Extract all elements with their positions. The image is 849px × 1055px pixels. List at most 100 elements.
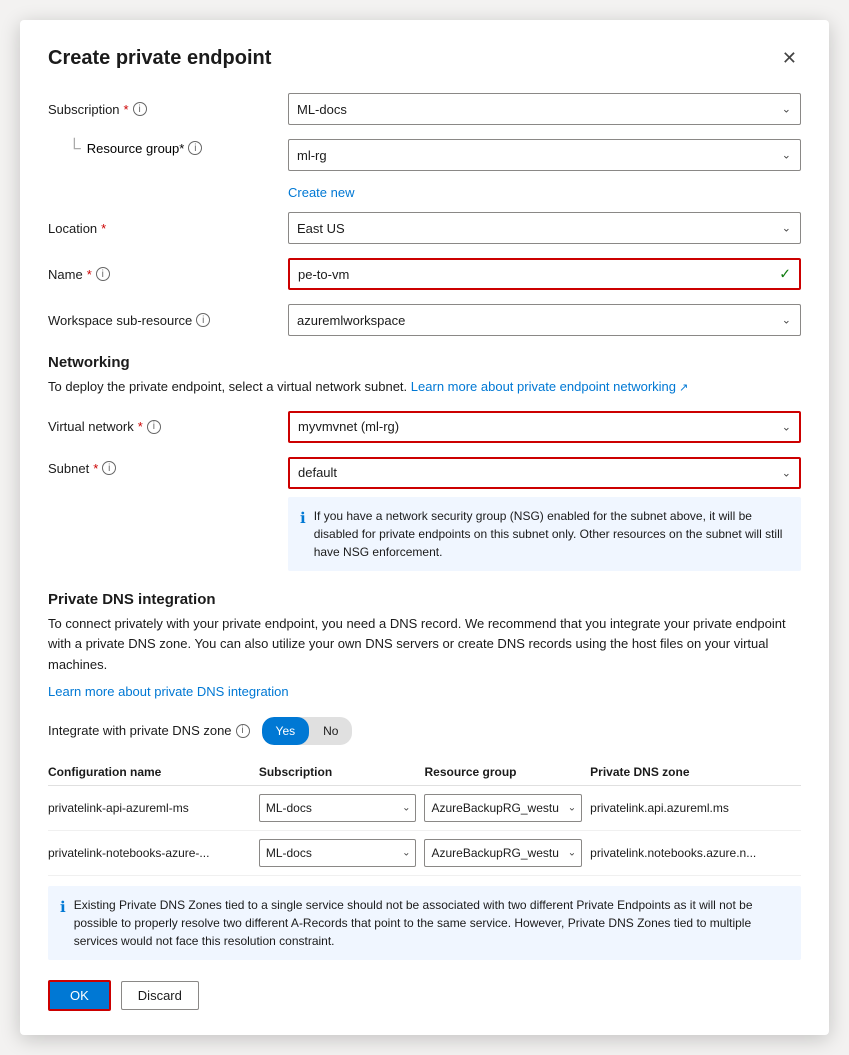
name-label: Name * i	[48, 267, 288, 282]
warning-info-icon: ℹ	[60, 897, 66, 950]
footer-buttons: OK Discard	[48, 980, 801, 1011]
warning-text: Existing Private DNS Zones tied to a sin…	[74, 896, 789, 950]
virtual-network-required: *	[138, 419, 143, 434]
nsg-info-icon: ℹ	[300, 508, 306, 561]
subnet-control: default ⌄ ℹ If you have a network securi…	[288, 457, 801, 571]
subscription-label-text: Subscription	[48, 102, 120, 117]
table-row: privatelink-api-azureml-ms ML-docs ⌄ Azu…	[48, 785, 801, 830]
subnet-row: Subnet * i default ⌄ ℹ If you have a net…	[48, 457, 801, 571]
name-label-text: Name	[48, 267, 83, 282]
dns-table-header: Configuration name Subscription Resource…	[48, 759, 801, 786]
col-subscription: Subscription	[259, 759, 425, 786]
virtual-network-select-wrapper: myvmvnet (ml-rg) ⌄	[288, 411, 801, 443]
resource-group-select-row2[interactable]: AzureBackupRG_westus_1	[424, 839, 582, 867]
resource-group-control: ml-rg ⌄	[288, 139, 801, 171]
resource-group-label-text: Resource group	[87, 141, 180, 156]
create-new-link[interactable]: Create new	[288, 185, 801, 200]
subnet-select[interactable]: default	[288, 457, 801, 489]
close-button[interactable]: ✕	[778, 44, 801, 73]
location-required: *	[101, 221, 106, 236]
name-input-wrap: ✓	[288, 258, 801, 290]
location-control: East US ⌄	[288, 212, 801, 244]
create-private-endpoint-dialog: Create private endpoint ✕ Subscription *…	[20, 20, 829, 1035]
subscription-select-wrapper: ML-docs ⌄	[288, 93, 801, 125]
private-dns-learn-more-link[interactable]: Learn more about private DNS integration	[48, 684, 289, 699]
resource-group-required: *	[179, 141, 184, 156]
dns-zone-cell-2: privatelink.notebooks.azure.n...	[590, 830, 801, 875]
subscription-label: Subscription * i	[48, 102, 288, 117]
workspace-subresource-control: azuremlworkspace ⌄	[288, 304, 801, 336]
col-resource-group: Resource group	[424, 759, 590, 786]
nsg-info-text: If you have a network security group (NS…	[314, 507, 789, 561]
table-row: privatelink-notebooks-azure-... ML-docs …	[48, 830, 801, 875]
integrate-dns-label-text: Integrate with private DNS zone	[48, 723, 232, 738]
resource-group-cell-2: AzureBackupRG_westus_1 ⌄	[424, 830, 590, 875]
subscription-control: ML-docs ⌄	[288, 93, 801, 125]
subscription-cell-2: ML-docs ⌄	[259, 830, 425, 875]
subscription-select-wrap-1: ML-docs ⌄	[259, 794, 417, 822]
private-dns-section-title: Private DNS integration	[48, 591, 801, 608]
col-dns-zone: Private DNS zone	[590, 759, 801, 786]
dns-table-header-row: Configuration name Subscription Resource…	[48, 759, 801, 786]
toggle-no-option[interactable]: No	[309, 717, 352, 745]
resource-group-select-wrap-1: AzureBackupRG_westus_1 ⌄	[424, 794, 582, 822]
subnet-info-icon[interactable]: i	[102, 461, 116, 475]
resource-group-select[interactable]: ml-rg	[288, 139, 801, 171]
name-row: Name * i ✓	[48, 258, 801, 290]
private-dns-link-row: Learn more about private DNS integration	[48, 682, 801, 703]
location-label: Location *	[48, 221, 288, 236]
name-control: ✓	[288, 258, 801, 290]
resource-group-connector: └	[68, 139, 81, 157]
resource-group-row: └ Resource group * i ml-rg ⌄	[48, 139, 801, 171]
nsg-info-box: ℹ If you have a network security group (…	[288, 497, 801, 571]
networking-desc-text: To deploy the private endpoint, select a…	[48, 379, 407, 394]
virtual-network-info-icon[interactable]: i	[147, 420, 161, 434]
subnet-label-text: Subnet	[48, 461, 89, 476]
subscription-required: *	[124, 102, 129, 117]
location-select-wrapper: East US ⌄	[288, 212, 801, 244]
resource-group-cell-1: AzureBackupRG_westus_1 ⌄	[424, 785, 590, 830]
workspace-subresource-row: Workspace sub-resource i azuremlworkspac…	[48, 304, 801, 336]
location-select[interactable]: East US	[288, 212, 801, 244]
virtual-network-select[interactable]: myvmvnet (ml-rg)	[288, 411, 801, 443]
dialog-header: Create private endpoint ✕	[48, 44, 801, 73]
name-check-icon: ✓	[779, 266, 791, 283]
workspace-subresource-label: Workspace sub-resource i	[48, 313, 288, 328]
resource-group-select-row1[interactable]: AzureBackupRG_westus_1	[424, 794, 582, 822]
networking-learn-more-link[interactable]: Learn more about private endpoint networ…	[411, 379, 689, 394]
dns-table: Configuration name Subscription Resource…	[48, 759, 801, 876]
resource-group-info-icon[interactable]: i	[188, 141, 202, 155]
private-dns-desc-text: To connect privately with your private e…	[48, 616, 786, 673]
workspace-subresource-info-icon[interactable]: i	[196, 313, 210, 327]
integrate-dns-info-icon[interactable]: i	[236, 724, 250, 738]
networking-section-title: Networking	[48, 354, 801, 371]
subscription-row: Subscription * i ML-docs ⌄	[48, 93, 801, 125]
location-label-text: Location	[48, 221, 97, 236]
config-name-cell-2: privatelink-notebooks-azure-...	[48, 830, 259, 875]
integrate-dns-toggle[interactable]: Yes No	[262, 717, 353, 745]
virtual-network-row: Virtual network * i myvmvnet (ml-rg) ⌄	[48, 411, 801, 443]
workspace-subresource-select-wrapper: azuremlworkspace ⌄	[288, 304, 801, 336]
discard-button[interactable]: Discard	[121, 981, 199, 1010]
resource-group-select-wrap-2: AzureBackupRG_westus_1 ⌄	[424, 839, 582, 867]
ok-button[interactable]: OK	[48, 980, 111, 1011]
private-dns-description: To connect privately with your private e…	[48, 614, 801, 676]
col-config-name: Configuration name	[48, 759, 259, 786]
subscription-select-wrap-2: ML-docs ⌄	[259, 839, 417, 867]
resource-group-select-wrapper: ml-rg ⌄	[288, 139, 801, 171]
subscription-select-row2[interactable]: ML-docs	[259, 839, 417, 867]
integrate-dns-label: Integrate with private DNS zone i	[48, 723, 250, 738]
virtual-network-label: Virtual network * i	[48, 419, 288, 434]
resource-group-label-wrap: └ Resource group * i	[48, 139, 288, 157]
toggle-yes-option[interactable]: Yes	[262, 717, 310, 745]
name-input[interactable]	[288, 258, 801, 290]
workspace-subresource-select[interactable]: azuremlworkspace	[288, 304, 801, 336]
subscription-select-row1[interactable]: ML-docs	[259, 794, 417, 822]
virtual-network-control: myvmvnet (ml-rg) ⌄	[288, 411, 801, 443]
workspace-subresource-label-text: Workspace sub-resource	[48, 313, 192, 328]
dns-warning-box: ℹ Existing Private DNS Zones tied to a s…	[48, 886, 801, 960]
subscription-info-icon[interactable]: i	[133, 102, 147, 116]
subscription-select[interactable]: ML-docs	[288, 93, 801, 125]
integrate-dns-toggle-row: Integrate with private DNS zone i Yes No	[48, 717, 801, 745]
name-info-icon[interactable]: i	[96, 267, 110, 281]
